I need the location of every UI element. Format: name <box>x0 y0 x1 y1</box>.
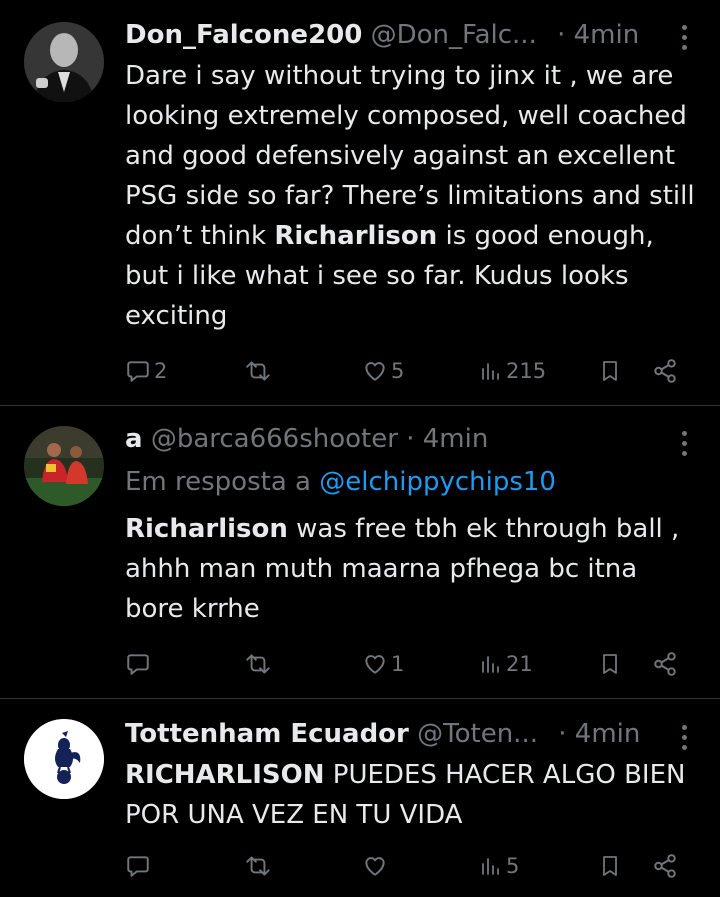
reply-context: Em resposta a @elchippychips10 <box>125 462 700 502</box>
tweet-actions: 1 21 <box>0 644 720 684</box>
bookmark-button[interactable] <box>598 351 622 391</box>
reply-to-label: Em resposta a <box>125 467 311 497</box>
views-button[interactable]: 215 <box>479 351 546 391</box>
tweet-header: Tottenham Ecuador @Toten... · 4min <box>125 717 680 751</box>
tweet-header: Don_Falcone200 @Don_Falc... · 4min <box>125 18 680 52</box>
share-icon <box>654 652 676 676</box>
share-button[interactable] <box>652 351 678 391</box>
more-options-icon[interactable] <box>680 431 688 461</box>
tweet-text: RICHARLISON PUEDES HACER ALGO BIEN POR U… <box>125 755 700 835</box>
timestamp[interactable]: · 4min <box>558 719 640 749</box>
more-options-icon[interactable] <box>680 25 688 55</box>
tweet-text: Richarlison was free tbh ek through ball… <box>125 509 700 629</box>
reply-icon <box>127 654 149 675</box>
bookmark-button[interactable] <box>598 644 622 684</box>
like-button[interactable]: 5 <box>362 351 404 391</box>
tweet[interactable]: Don_Falcone200 @Don_Falc... · 4min Dare … <box>0 0 720 405</box>
bookmark-icon <box>603 361 617 381</box>
reply-icon <box>127 361 149 382</box>
reply-count: 2 <box>154 359 168 383</box>
user-handle[interactable]: @Don_Falc... <box>371 20 537 50</box>
heart-icon <box>365 857 385 876</box>
views-icon <box>482 363 499 380</box>
retweet-icon <box>246 856 270 876</box>
reply-button[interactable] <box>125 846 154 886</box>
share-icon <box>654 854 676 878</box>
reply-to-mention[interactable]: @elchippychips10 <box>319 467 556 497</box>
retweet-button[interactable] <box>243 351 276 391</box>
tweet-text-bold: Richarlison <box>274 221 438 251</box>
views-count: 215 <box>506 359 547 383</box>
retweet-icon <box>246 361 270 381</box>
user-handle[interactable]: @barca666shooter <box>151 424 398 454</box>
heart-icon <box>365 362 385 381</box>
bookmark-icon <box>603 654 617 674</box>
retweet-button[interactable] <box>243 846 276 886</box>
reply-button[interactable] <box>125 644 154 684</box>
timestamp[interactable]: · 4min <box>557 20 639 50</box>
share-icon <box>654 359 676 383</box>
avatar[interactable] <box>24 426 104 506</box>
views-count: 5 <box>506 854 520 878</box>
like-button[interactable] <box>362 846 391 886</box>
like-count: 5 <box>391 359 405 383</box>
bookmark-icon <box>603 856 617 876</box>
avatar-image <box>24 22 104 102</box>
bookmark-button[interactable] <box>598 846 622 886</box>
views-button[interactable]: 5 <box>479 846 519 886</box>
views-icon <box>482 656 499 673</box>
tweet[interactable]: Tottenham Ecuador @Toten... · 4min RICHA… <box>0 699 720 897</box>
avatar[interactable] <box>24 719 104 799</box>
tweet-text-bold: Richarlison <box>125 514 288 544</box>
like-button[interactable]: 1 <box>362 644 404 684</box>
tweet-actions: 2 5 215 <box>0 351 720 391</box>
retweet-button[interactable] <box>243 644 276 684</box>
reply-button[interactable]: 2 <box>125 351 167 391</box>
user-handle[interactable]: @Toten... <box>417 719 538 749</box>
tweet-actions: 5 <box>0 846 720 886</box>
tweet[interactable]: a @barca666shooter · 4min Em resposta a … <box>0 406 720 698</box>
tweet-text: Dare i say without trying to jinx it , w… <box>125 56 700 336</box>
views-count: 21 <box>506 652 533 676</box>
display-name[interactable]: Don_Falcone200 <box>125 20 362 50</box>
cockerel-logo-icon <box>24 719 104 799</box>
display-name[interactable]: a <box>125 424 143 454</box>
like-count: 1 <box>391 652 405 676</box>
heart-icon <box>365 655 385 674</box>
display-name[interactable]: Tottenham Ecuador <box>125 719 409 749</box>
share-button[interactable] <box>652 846 678 886</box>
retweet-icon <box>246 654 270 674</box>
tweet-text-bold: RICHARLISON <box>125 760 325 790</box>
more-options-icon[interactable] <box>680 725 688 755</box>
reply-icon <box>127 856 149 877</box>
views-button[interactable]: 21 <box>479 644 533 684</box>
avatar[interactable] <box>24 22 104 102</box>
timestamp[interactable]: · 4min <box>406 424 488 454</box>
share-button[interactable] <box>652 644 678 684</box>
tweet-header: a @barca666shooter · 4min <box>125 422 680 456</box>
avatar-image <box>24 426 104 506</box>
views-icon <box>482 858 499 875</box>
